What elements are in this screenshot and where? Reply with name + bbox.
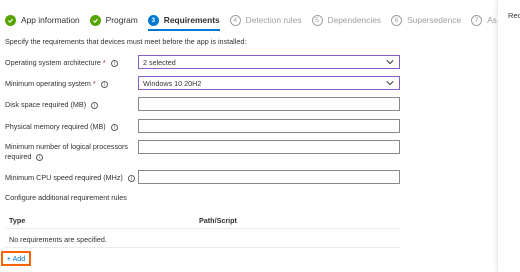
step-label: Detection rules [245, 15, 302, 25]
chevron-down-icon [386, 81, 394, 86]
info-icon[interactable]: i [110, 123, 118, 131]
chevron-down-icon [386, 60, 394, 65]
checkmark-icon [89, 14, 101, 26]
min-os-label-text: Minimum operating system [5, 79, 91, 88]
os-architecture-select[interactable]: 2 selected [138, 55, 400, 69]
step-label: Requirements [163, 15, 220, 25]
cpu-speed-input[interactable] [138, 170, 400, 184]
right-side-panel: Requ [497, 0, 520, 272]
info-icon[interactable]: i [91, 101, 99, 109]
min-os-select[interactable]: Windows 10 20H2 [138, 76, 400, 90]
info-icon[interactable]: i [110, 59, 118, 67]
column-type: Type [9, 216, 26, 225]
step-detection-rules[interactable]: 4 Detection rules [229, 14, 302, 26]
empty-table-message: No requirements are specified. [9, 235, 107, 244]
column-path-script: Path/Script [199, 216, 237, 225]
min-os-value: Windows 10 20H2 [143, 79, 202, 88]
cpu-speed-label-text: Minimum CPU speed required (MHz) [5, 173, 123, 182]
add-button[interactable]: + Add [1, 251, 31, 266]
step-requirements[interactable]: 3 Requirements [147, 14, 220, 31]
disk-space-label: Disk space required (MB) i [5, 100, 99, 110]
right-panel-label: Requ [508, 11, 520, 20]
wizard-steps: App information Program 3 Requirements 4… [5, 11, 520, 31]
step-number-icon: 5 [311, 14, 323, 26]
logical-processors-input[interactable] [138, 140, 400, 154]
intro-text: Specify the requirements that devices mu… [5, 37, 247, 46]
disk-space-input[interactable] [138, 97, 400, 111]
table-divider [5, 247, 400, 248]
step-label: Program [105, 15, 138, 25]
step-label: Dependencies [327, 15, 382, 25]
os-architecture-label: Operating system architecture * i [5, 58, 118, 68]
logical-processors-label-line2: required [5, 152, 32, 161]
physical-memory-label: Physical memory required (MB) i [5, 122, 118, 132]
disk-space-label-text: Disk space required (MB) [5, 100, 87, 109]
physical-memory-label-text: Physical memory required (MB) [5, 122, 106, 131]
step-number-icon: 4 [229, 14, 241, 26]
cpu-speed-label: Minimum CPU speed required (MHz) i [5, 173, 135, 183]
info-icon[interactable]: i [127, 174, 135, 182]
checkmark-icon [5, 14, 16, 26]
step-number-icon: 3 [147, 14, 159, 26]
step-program[interactable]: Program [89, 14, 138, 26]
step-label: Supersedence [407, 15, 462, 25]
min-os-label: Minimum operating system * i [5, 79, 108, 89]
step-label: App information [21, 15, 80, 25]
additional-rules-label: Configure additional requirement rules [5, 193, 127, 202]
step-number-icon: 7 [471, 14, 483, 26]
logical-processors-label-line1: Minimum number of logical processors [5, 142, 129, 151]
info-icon[interactable]: i [36, 153, 44, 161]
step-number-icon: 6 [391, 14, 403, 26]
step-supersedence[interactable]: 6 Supersedence [391, 14, 462, 26]
requirements-table-header: Type Path/Script [5, 212, 400, 229]
step-dependencies[interactable]: 5 Dependencies [311, 14, 382, 26]
os-architecture-label-text: Operating system architecture [5, 58, 101, 67]
required-asterisk: * [92, 79, 96, 88]
step-app-information[interactable]: App information [5, 14, 80, 26]
required-asterisk: * [102, 58, 106, 67]
os-architecture-value: 2 selected [143, 58, 176, 67]
physical-memory-input[interactable] [138, 119, 400, 133]
info-icon[interactable]: i [100, 80, 108, 88]
logical-processors-label: Minimum number of logical processors req… [5, 142, 128, 162]
